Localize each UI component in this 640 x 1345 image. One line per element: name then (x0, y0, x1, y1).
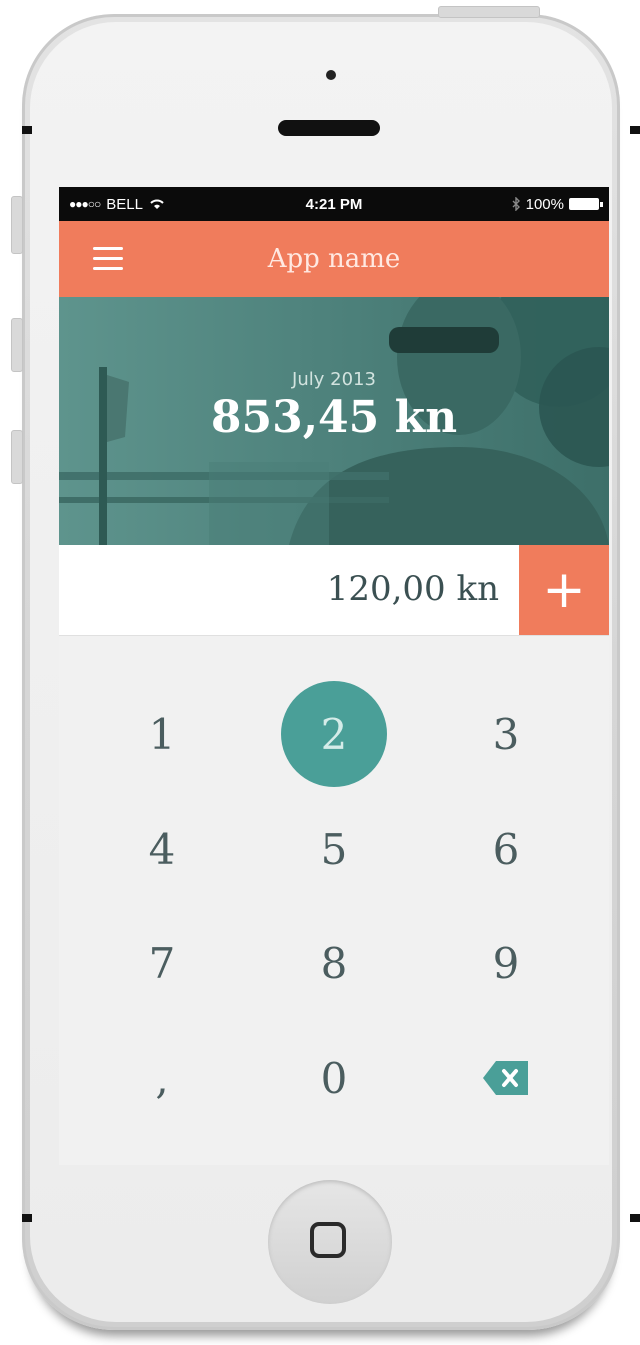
volume-up-button (11, 318, 23, 372)
home-square-icon (310, 1222, 346, 1258)
key-8[interactable]: 8 (281, 910, 387, 1016)
app-title: App name (267, 244, 401, 274)
screen: ●●●○○ BELL 4:21 PM 100% App name July 20… (59, 187, 609, 1165)
power-button (438, 6, 540, 18)
battery-icon (569, 198, 603, 210)
delete-key[interactable] (453, 1025, 559, 1131)
key-1[interactable]: 1 (109, 681, 215, 787)
total-amount: 853,45 kn (210, 392, 458, 443)
bluetooth-icon (512, 197, 520, 211)
volume-down-button (11, 430, 23, 484)
antenna-mark-left-top (22, 126, 32, 134)
carrier-label: BELL (106, 195, 143, 213)
amount-input[interactable]: 120,00 kn (327, 569, 499, 609)
hero-banner: July 2013 853,45 kn (59, 297, 609, 545)
status-right: 100% (512, 195, 603, 213)
key-5[interactable]: 5 (281, 796, 387, 902)
key-9[interactable]: 9 (453, 910, 559, 1016)
stage: ●●●○○ BELL 4:21 PM 100% App name July 20… (0, 0, 640, 1345)
wifi-icon (150, 199, 164, 209)
key-decimal-comma[interactable]: , (109, 1025, 215, 1131)
status-bar: ●●●○○ BELL 4:21 PM 100% (59, 187, 609, 221)
nav-bar: App name (59, 221, 609, 297)
signal-icon: ●●●○○ (69, 197, 101, 211)
antenna-mark-right-bottom (630, 1214, 640, 1222)
home-button[interactable] (268, 1180, 392, 1304)
backspace-icon (483, 1061, 528, 1095)
key-4[interactable]: 4 (109, 796, 215, 902)
period-label: July 2013 (292, 369, 376, 390)
key-0[interactable]: 0 (281, 1025, 387, 1131)
antenna-mark-left-bottom (22, 1214, 32, 1222)
numeric-keypad: 1 2 3 4 5 6 7 8 9 , 0 (59, 641, 609, 1165)
antenna-mark-right-top (630, 126, 640, 134)
mute-switch (11, 196, 23, 254)
battery-percent: 100% (525, 195, 564, 213)
key-6[interactable]: 6 (453, 796, 559, 902)
key-7[interactable]: 7 (109, 910, 215, 1016)
status-left: ●●●○○ BELL (69, 196, 165, 213)
hamburger-menu-icon[interactable] (93, 247, 123, 270)
add-button[interactable]: + (519, 545, 609, 635)
amount-entry-row: 120,00 kn + (59, 545, 609, 636)
key-2[interactable]: 2 (281, 681, 387, 787)
front-camera (326, 70, 336, 80)
earpiece-speaker (278, 120, 380, 136)
key-3[interactable]: 3 (453, 681, 559, 787)
hero-text: July 2013 853,45 kn (59, 369, 609, 443)
